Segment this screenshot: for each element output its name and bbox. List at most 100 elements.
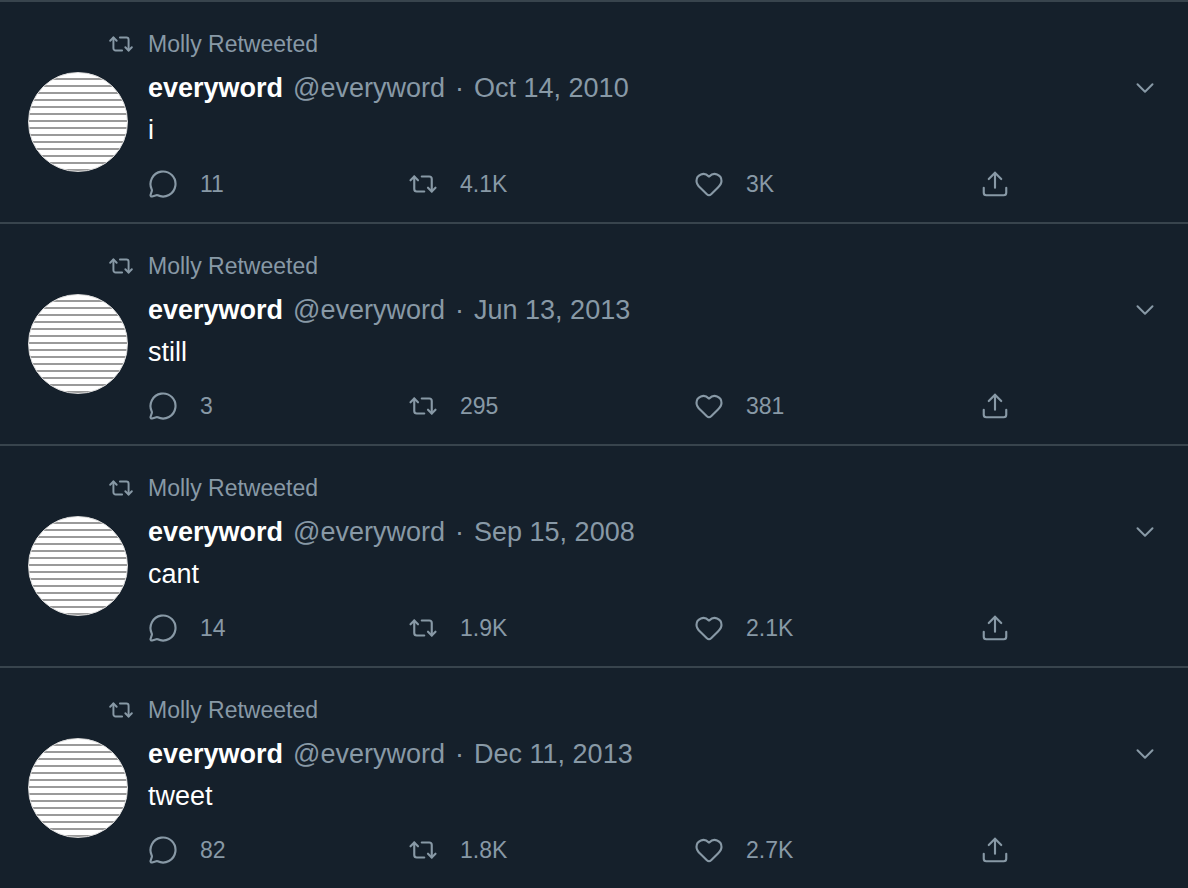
tweet-header: everyword @everyword · Jun 13, 2013 [148,294,1160,326]
timeline: Molly Retweeted everyword @everyword · Oct 1… [0,0,1188,888]
retweet-icon [408,613,438,643]
reply-count: 14 [200,615,226,642]
retweet-icon [408,169,438,199]
reply-icon [148,835,178,865]
like-count: 2.1K [746,615,793,642]
share-button[interactable] [980,613,1040,643]
tweet-text: still [148,332,1160,372]
share-button[interactable] [980,169,1040,199]
heart-icon [694,169,724,199]
handle[interactable]: @everyword [293,739,445,770]
tweet-header: everyword @everyword · Dec 11, 2013 [148,738,1160,770]
reply-count: 3 [200,393,213,420]
reply-count: 11 [200,171,224,198]
retweeter-label[interactable]: Molly Retweeted [148,31,318,58]
action-bar: 11 4.1K 3K [148,164,1160,204]
like-button[interactable]: 2.1K [694,613,980,643]
retweeter-label[interactable]: Molly Retweeted [148,253,318,280]
like-count: 2.7K [746,837,793,864]
retweeter-label[interactable]: Molly Retweeted [148,697,318,724]
heart-icon [694,391,724,421]
display-name[interactable]: everyword [148,295,283,326]
handle[interactable]: @everyword [293,73,445,104]
like-button[interactable]: 3K [694,169,980,199]
action-bar: 82 1.8K 2.7K [148,830,1160,870]
chevron-down-icon [1130,295,1160,325]
tweet-header: everyword @everyword · Oct 14, 2010 [148,72,1160,104]
date[interactable]: Oct 14, 2010 [474,73,629,104]
tweet-text: i [148,110,1160,150]
tweet[interactable]: Molly Retweeted everyword @everyword · Dec 1… [0,668,1188,888]
retweet-icon [108,31,134,57]
separator: · [455,73,464,104]
like-count: 3K [746,171,774,198]
share-button[interactable] [980,835,1040,865]
reply-icon [148,169,178,199]
share-icon [980,835,1010,865]
date[interactable]: Sep 15, 2008 [474,517,635,548]
retweet-count: 1.9K [460,615,507,642]
tweet-text: cant [148,554,1160,594]
separator: · [455,739,464,770]
separator: · [455,517,464,548]
avatar[interactable] [28,738,128,838]
more-button[interactable] [1130,739,1160,769]
retweet-button[interactable]: 1.8K [408,835,694,865]
heart-icon [694,835,724,865]
display-name[interactable]: everyword [148,73,283,104]
heart-icon [694,613,724,643]
retweet-context: Molly Retweeted [28,28,1160,60]
avatar[interactable] [28,516,128,616]
tweet-header: everyword @everyword · Sep 15, 2008 [148,516,1160,548]
chevron-down-icon [1130,517,1160,547]
tweet[interactable]: Molly Retweeted everyword @everyword · Jun 1… [0,224,1188,446]
tweet-text: tweet [148,776,1160,816]
share-icon [980,169,1010,199]
retweet-icon [408,391,438,421]
retweet-context: Molly Retweeted [28,250,1160,282]
like-button[interactable]: 381 [694,391,980,421]
chevron-down-icon [1130,739,1160,769]
reply-icon [148,613,178,643]
tweet[interactable]: Molly Retweeted everyword @everyword · Oct 1… [0,2,1188,224]
reply-button[interactable]: 11 [148,169,408,199]
retweet-count: 295 [460,393,498,420]
display-name[interactable]: everyword [148,517,283,548]
retweet-icon [108,697,134,723]
avatar[interactable] [28,72,128,172]
retweet-context: Molly Retweeted [28,694,1160,726]
retweet-icon [108,475,134,501]
reply-button[interactable]: 3 [148,391,408,421]
like-button[interactable]: 2.7K [694,835,980,865]
avatar[interactable] [28,294,128,394]
separator: · [455,295,464,326]
share-button[interactable] [980,391,1040,421]
retweet-count: 1.8K [460,837,507,864]
handle[interactable]: @everyword [293,295,445,326]
retweet-button[interactable]: 4.1K [408,169,694,199]
tweet[interactable]: Molly Retweeted everyword @everyword · Sep 1… [0,446,1188,668]
retweet-count: 4.1K [460,171,507,198]
retweeter-label[interactable]: Molly Retweeted [148,475,318,502]
date[interactable]: Jun 13, 2013 [474,295,630,326]
display-name[interactable]: everyword [148,739,283,770]
handle[interactable]: @everyword [293,517,445,548]
date[interactable]: Dec 11, 2013 [474,739,633,770]
retweet-icon [108,253,134,279]
action-bar: 14 1.9K 2.1K [148,608,1160,648]
chevron-down-icon [1130,73,1160,103]
reply-count: 82 [200,837,226,864]
reply-button[interactable]: 14 [148,613,408,643]
like-count: 381 [746,393,784,420]
retweet-icon [408,835,438,865]
retweet-button[interactable]: 1.9K [408,613,694,643]
reply-icon [148,391,178,421]
share-icon [980,613,1010,643]
more-button[interactable] [1130,295,1160,325]
retweet-button[interactable]: 295 [408,391,694,421]
more-button[interactable] [1130,517,1160,547]
share-icon [980,391,1010,421]
reply-button[interactable]: 82 [148,835,408,865]
more-button[interactable] [1130,73,1160,103]
retweet-context: Molly Retweeted [28,472,1160,504]
